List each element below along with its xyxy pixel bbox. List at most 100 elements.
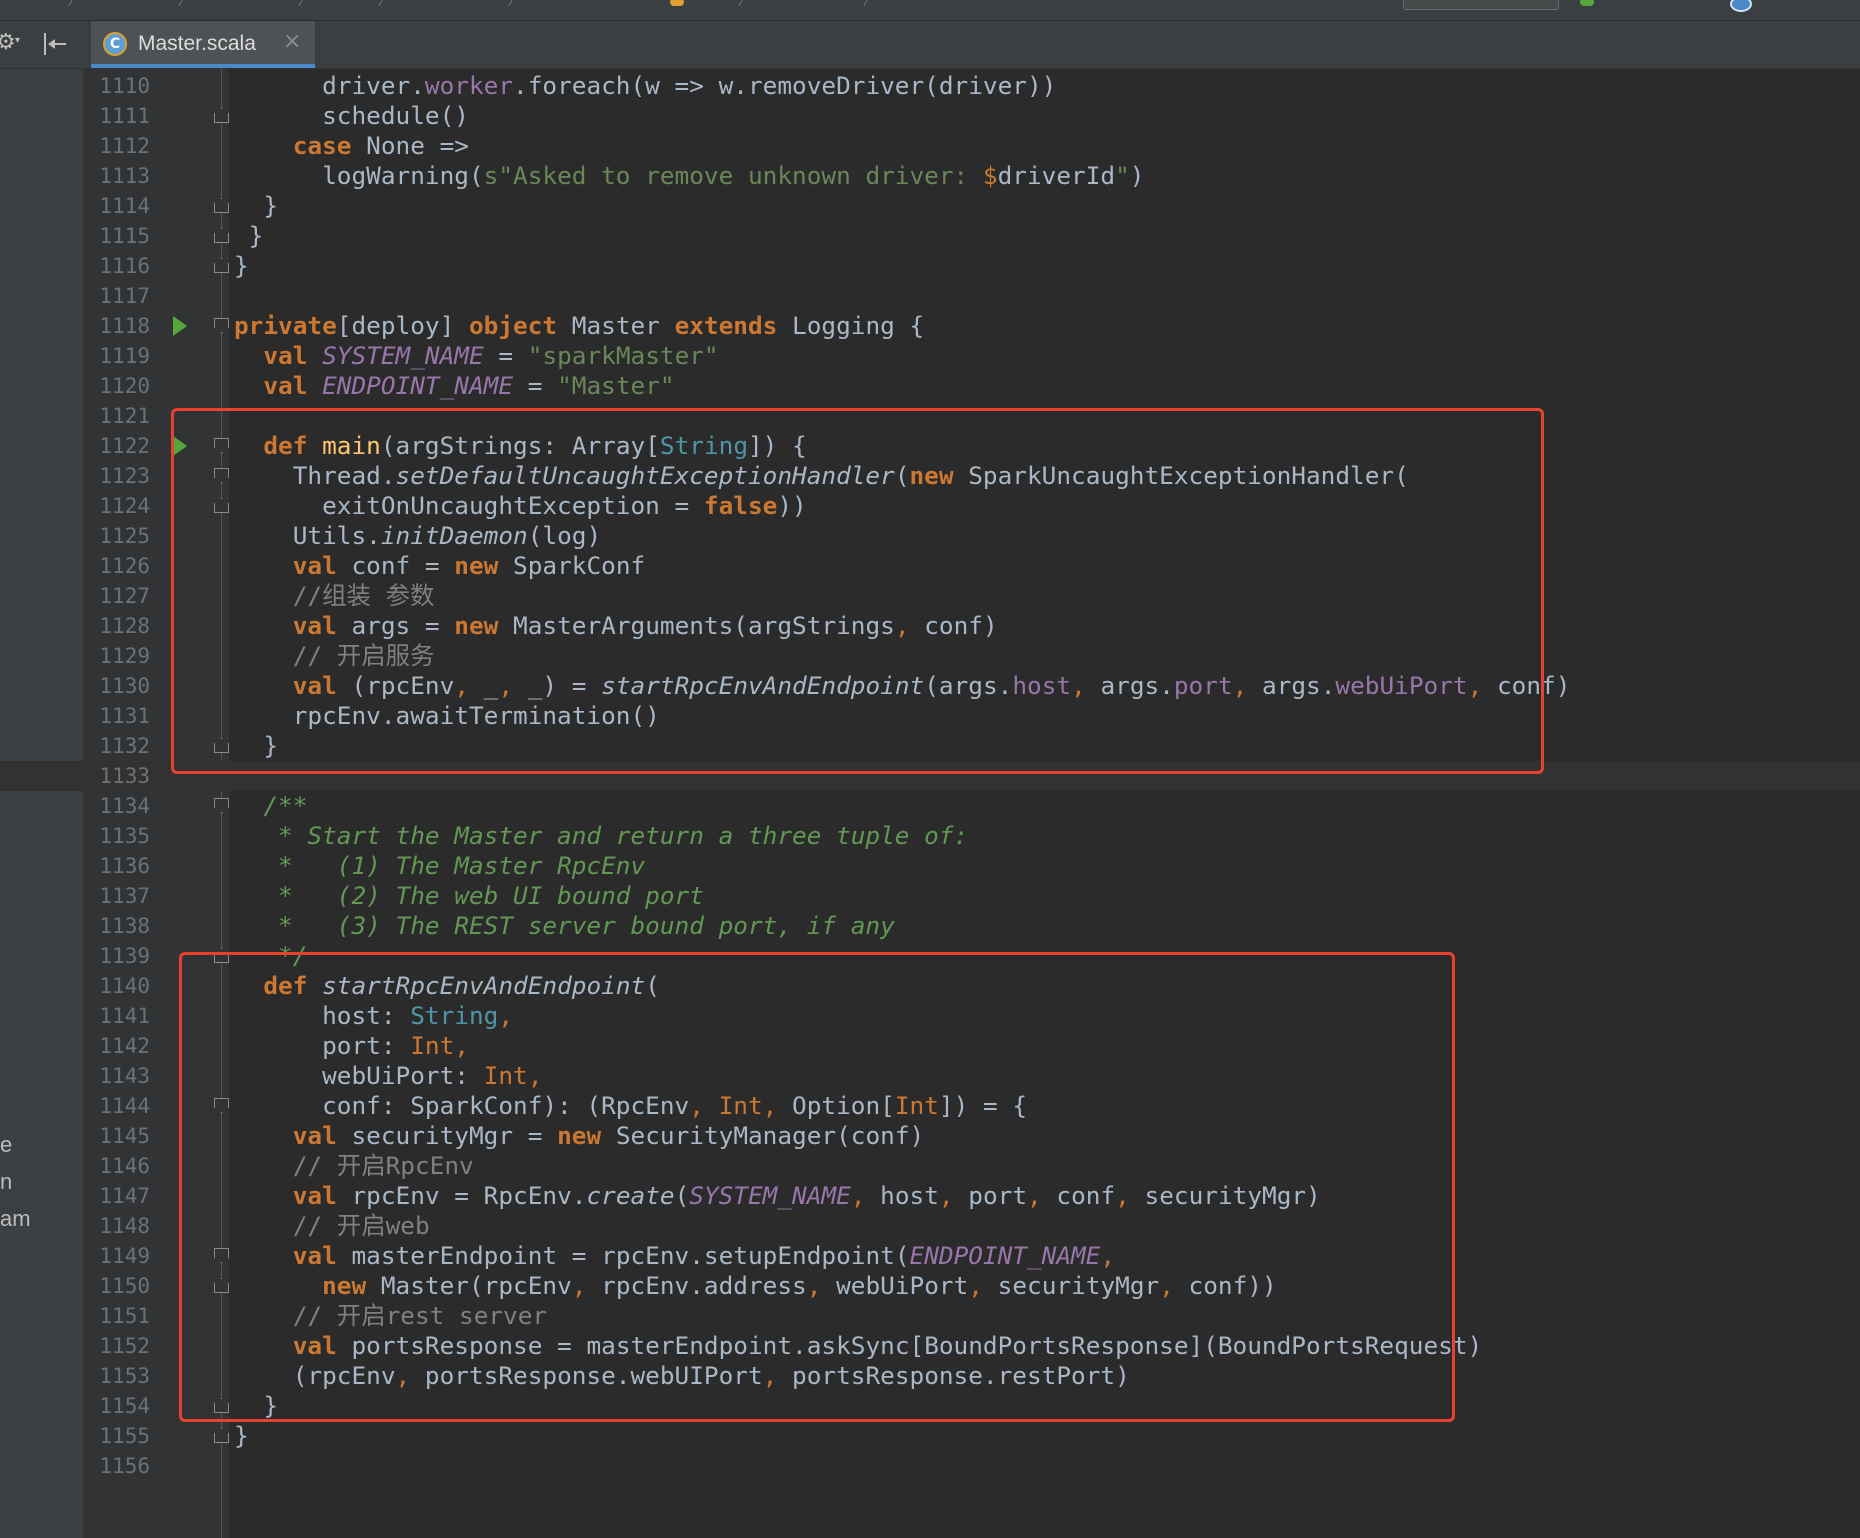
code-text[interactable]: val rpcEnv = RpcEnv.create(SYSTEM_NAME, … xyxy=(234,1181,1321,1211)
code-text[interactable]: def main(argStrings: Array[String]) { xyxy=(234,431,806,461)
fold-icon[interactable] xyxy=(214,1398,229,1413)
code-text[interactable]: Utils.initDaemon(log) xyxy=(234,521,601,551)
fold-icon[interactable] xyxy=(214,1098,229,1113)
code-text[interactable]: val conf = new SparkConf xyxy=(234,551,645,581)
fold-icon[interactable] xyxy=(214,798,229,813)
code-line[interactable]: 1151 // 开启rest server xyxy=(0,1301,1860,1331)
code-text[interactable]: exitOnUncaughtException = false)) xyxy=(234,491,807,521)
code-line[interactable]: 1136 * (1) The Master RpcEnv xyxy=(0,851,1860,881)
code-text[interactable]: Thread.setDefaultUncaughtExceptionHandle… xyxy=(234,461,1409,491)
code-line[interactable]: 1133 xyxy=(0,761,1860,791)
code-text[interactable]: } xyxy=(234,731,278,761)
code-text[interactable]: val securityMgr = new SecurityManager(co… xyxy=(234,1121,924,1151)
code-text[interactable]: case None => xyxy=(234,131,469,161)
code-text[interactable]: // 开启服务 xyxy=(234,641,435,671)
code-line[interactable]: 1114 } xyxy=(0,191,1860,221)
code-text[interactable]: val portsResponse = masterEndpoint.askSy… xyxy=(234,1331,1482,1361)
code-line[interactable]: 1130 val (rpcEnv, _, _) = startRpcEnvAnd… xyxy=(0,671,1860,701)
code-line[interactable]: 1119 val SYSTEM_NAME = "sparkMaster" xyxy=(0,341,1860,371)
code-line[interactable]: 1143 webUiPort: Int, xyxy=(0,1061,1860,1091)
code-line[interactable]: 1142 port: Int, xyxy=(0,1031,1860,1061)
code-line[interactable]: 1138 * (3) The REST server bound port, i… xyxy=(0,911,1860,941)
code-line[interactable]: 1128 val args = new MasterArguments(argS… xyxy=(0,611,1860,641)
code-line[interactable]: 1141 host: String, xyxy=(0,1001,1860,1031)
code-text[interactable]: val masterEndpoint = rpcEnv.setupEndpoin… xyxy=(234,1241,1115,1271)
code-line[interactable]: 1150 new Master(rpcEnv, rpcEnv.address, … xyxy=(0,1271,1860,1301)
code-text[interactable]: } xyxy=(234,1391,278,1421)
code-line[interactable]: 1144 conf: SparkConf): (RpcEnv, Int, Opt… xyxy=(0,1091,1860,1121)
code-text[interactable]: val ENDPOINT_NAME = "Master" xyxy=(234,371,674,401)
fold-icon[interactable] xyxy=(214,468,229,483)
code-line[interactable]: 1147 val rpcEnv = RpcEnv.create(SYSTEM_N… xyxy=(0,1181,1860,1211)
code-text[interactable]: new Master(rpcEnv, rpcEnv.address, webUi… xyxy=(234,1271,1277,1301)
code-line[interactable]: 1139 */ xyxy=(0,941,1860,971)
code-text[interactable]: val (rpcEnv, _, _) = startRpcEnvAndEndpo… xyxy=(234,671,1571,701)
gear-icon[interactable]: ⚙ xyxy=(0,31,16,55)
fold-icon[interactable] xyxy=(214,948,229,963)
code-line[interactable]: 1121 xyxy=(0,401,1860,431)
code-text[interactable]: conf: SparkConf): (RpcEnv, Int, Option[I… xyxy=(234,1091,1027,1121)
code-text[interactable]: } xyxy=(234,1421,249,1451)
code-line[interactable]: 1115 } xyxy=(0,221,1860,251)
code-line[interactable]: 1135 * Start the Master and return a thr… xyxy=(0,821,1860,851)
code-text[interactable]: host: String, xyxy=(234,1001,513,1031)
fold-icon[interactable] xyxy=(214,438,229,453)
fold-icon[interactable] xyxy=(214,738,229,753)
close-icon[interactable]: × xyxy=(283,29,301,54)
code-text[interactable]: * Start the Master and return a three tu… xyxy=(234,821,968,851)
run-configuration-dropdown[interactable] xyxy=(1403,0,1559,10)
code-text[interactable]: // 开启web xyxy=(234,1211,430,1241)
code-line[interactable]: 1129 // 开启服务 xyxy=(0,641,1860,671)
code-text[interactable]: port: Int, xyxy=(234,1031,469,1061)
code-line[interactable]: 1124 exitOnUncaughtException = false)) xyxy=(0,491,1860,521)
code-text[interactable]: * (3) The REST server bound port, if any xyxy=(234,911,895,941)
browser-icon[interactable] xyxy=(1730,0,1752,12)
fold-icon[interactable] xyxy=(214,498,229,513)
code-line[interactable]: 1134 /** xyxy=(0,791,1860,821)
code-line[interactable]: 1125 Utils.initDaemon(log) xyxy=(0,521,1860,551)
code-line[interactable]: 1126 val conf = new SparkConf xyxy=(0,551,1860,581)
code-line[interactable]: 1113 logWarning(s"Asked to remove unknow… xyxy=(0,161,1860,191)
code-text[interactable]: */ xyxy=(234,941,307,971)
code-line[interactable]: 1116} xyxy=(0,251,1860,281)
chevron-down-icon[interactable]: ▾ xyxy=(15,35,20,46)
code-line[interactable]: 1148 // 开启web xyxy=(0,1211,1860,1241)
code-text[interactable]: * (1) The Master RpcEnv xyxy=(234,851,645,881)
code-line[interactable]: 1155} xyxy=(0,1421,1860,1451)
code-text[interactable]: } xyxy=(234,221,264,251)
code-text[interactable]: val args = new MasterArguments(argString… xyxy=(234,611,998,641)
code-line[interactable]: 1153 (rpcEnv, portsResponse.webUIPort, p… xyxy=(0,1361,1860,1391)
code-text[interactable]: /** xyxy=(234,791,307,821)
code-line[interactable]: 1145 val securityMgr = new SecurityManag… xyxy=(0,1121,1860,1151)
code-line[interactable]: 1118 private[deploy] object Master extend… xyxy=(0,311,1860,341)
collapse-sidebar-icon[interactable] xyxy=(42,33,68,55)
code-text[interactable]: // 开启RpcEnv xyxy=(234,1151,474,1181)
fold-icon[interactable] xyxy=(214,108,229,123)
code-line[interactable]: 1140 def startRpcEnvAndEndpoint( xyxy=(0,971,1860,1001)
code-text[interactable]: rpcEnv.awaitTermination() xyxy=(234,701,660,731)
code-line[interactable]: 1112 case None => xyxy=(0,131,1860,161)
code-line[interactable]: 1154 } xyxy=(0,1391,1860,1421)
code-text[interactable]: webUiPort: Int, xyxy=(234,1061,542,1091)
code-line[interactable]: 1132 } xyxy=(0,731,1860,761)
code-line[interactable]: 1149 val masterEndpoint = rpcEnv.setupEn… xyxy=(0,1241,1860,1271)
code-text[interactable]: driver.worker.foreach(w => w.removeDrive… xyxy=(234,71,1056,101)
code-text[interactable]: logWarning(s"Asked to remove unknown dri… xyxy=(234,161,1144,191)
code-text[interactable]: val SYSTEM_NAME = "sparkMaster" xyxy=(234,341,718,371)
run-icon[interactable] xyxy=(1580,0,1594,6)
code-line[interactable]: 1127 //组装 参数 xyxy=(0,581,1860,611)
code-text[interactable]: * (2) The web UI bound port xyxy=(234,881,704,911)
code-text[interactable]: def startRpcEnvAndEndpoint( xyxy=(234,971,660,1001)
code-text[interactable]: schedule() xyxy=(234,101,469,131)
fold-icon[interactable] xyxy=(214,198,229,213)
code-text[interactable]: (rpcEnv, portsResponse.webUIPort, portsR… xyxy=(234,1361,1130,1391)
code-line[interactable]: 1123 Thread.setDefaultUncaughtExceptionH… xyxy=(0,461,1860,491)
run-gutter-icon[interactable] xyxy=(173,316,187,336)
code-line[interactable]: 1117 xyxy=(0,281,1860,311)
code-line[interactable]: 1122 def main(argStrings: Array[String])… xyxy=(0,431,1860,461)
fold-icon[interactable] xyxy=(214,1278,229,1293)
code-text[interactable]: } xyxy=(234,191,278,221)
code-text[interactable]: } xyxy=(234,251,249,281)
fold-icon[interactable] xyxy=(214,1428,229,1443)
code-line[interactable]: 1137 * (2) The web UI bound port xyxy=(0,881,1860,911)
